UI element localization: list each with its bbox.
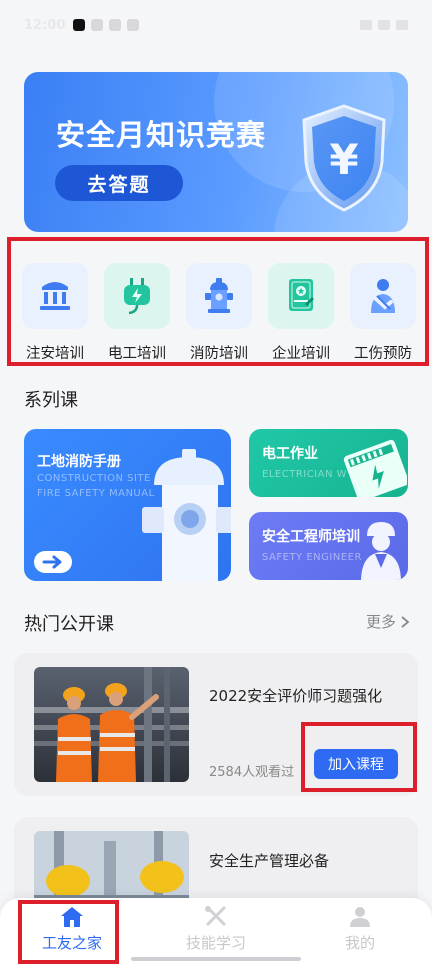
power-plug-icon (104, 263, 170, 329)
category-row: 注安培训 电工培训 消防培训 企业培训 工伤预防 (8, 236, 430, 366)
home-indicator (131, 957, 301, 961)
notification-icon (91, 19, 104, 31)
category-label: 消防培训 (190, 346, 248, 362)
tab-workers-home[interactable]: 工友之家 (0, 898, 144, 964)
user-icon (350, 907, 370, 927)
status-time: 12:00 (24, 17, 66, 33)
arrow-right-button[interactable] (34, 551, 72, 573)
tab-label: 技能学习 (185, 934, 246, 952)
shield-glyph: ¥ (329, 135, 358, 184)
tiktok-notification-icon (73, 19, 86, 31)
fire-hydrant-illustration (142, 449, 231, 581)
injured-person-icon (350, 263, 416, 329)
series-card-fire-manual[interactable]: 工地消防手册 CONSTRUCTION SITE FIRE SAFETY MAN… (24, 429, 231, 581)
category-item[interactable]: 电工培训 (102, 263, 172, 366)
series-card-title: 安全工程师培训 (262, 529, 360, 545)
signal-icon (360, 20, 372, 30)
category-item[interactable]: 企业培训 (266, 263, 336, 366)
course-views: 2584人观看过 (209, 765, 295, 780)
more-link[interactable]: 更多 (366, 611, 410, 632)
tab-skill-learning[interactable]: 技能学习 (144, 898, 288, 964)
category-label: 工伤预防 (354, 346, 412, 362)
arrow-right-icon (42, 555, 62, 569)
category-item[interactable]: 消防培训 (184, 263, 254, 366)
series-card-safety-engineer[interactable]: 安全工程师培训 SAFETY ENGINEER (249, 512, 408, 580)
series-card-subtitle: SAFETY ENGINEER (262, 552, 362, 563)
status-notification-icons (73, 19, 140, 31)
go-answer-button[interactable]: 去答题 (55, 165, 183, 201)
series-card-title: 工地消防手册 (37, 454, 121, 470)
quiz-banner[interactable]: 安全月知识竞赛 去答题 ¥ (24, 72, 408, 232)
category-label: 企业培训 (272, 346, 330, 362)
more-label: 更多 (365, 613, 396, 631)
fire-hydrant-icon (186, 263, 252, 329)
course-thumbnail (34, 667, 189, 782)
series-card-electrician[interactable]: 电工作业 ELECTRICIAN W (249, 429, 408, 497)
series-card-subtitle: CONSTRUCTION SITE FIRE SAFETY MANUAL (37, 473, 155, 499)
electric-box-illustration (343, 439, 407, 497)
status-bar: 12:00 (0, 0, 432, 50)
category-item[interactable]: 注安培训 (20, 263, 90, 366)
course-title: 2022安全评价师习题强化 (209, 687, 383, 705)
hot-section-title: 热门公开课 (24, 614, 114, 635)
series-card-subtitle: ELECTRICIAN W (262, 469, 348, 480)
bottom-tab-bar: 工友之家 技能学习 我的 (0, 898, 432, 964)
chevron-right-icon (401, 615, 410, 628)
join-course-button[interactable]: 加入课程 (314, 749, 398, 779)
category-label: 电工培训 (108, 346, 166, 362)
building-icon (22, 263, 88, 329)
series-section-title: 系列课 (24, 390, 78, 411)
status-system-icons (360, 20, 408, 30)
course-title: 安全生产管理必备 (209, 852, 330, 870)
engineer-illustration (361, 522, 401, 580)
shield-icon: ¥ (302, 104, 386, 212)
battery-icon (396, 20, 408, 30)
wifi-icon (378, 20, 390, 30)
course-card[interactable]: 2022安全评价师习题强化 2584人观看过 加入课程 (14, 653, 418, 796)
tab-label: 我的 (344, 934, 375, 952)
notification-icon (127, 19, 140, 31)
certificate-icon (268, 263, 334, 329)
series-card-title: 电工作业 (262, 446, 318, 462)
notification-icon (109, 19, 122, 31)
banner-title: 安全月知识竞赛 (56, 118, 267, 152)
category-item[interactable]: 工伤预防 (348, 263, 418, 366)
tools-icon (205, 906, 226, 926)
home-icon (61, 907, 83, 927)
tab-mine[interactable]: 我的 (288, 898, 432, 964)
category-label: 注安培训 (26, 346, 84, 362)
tab-label: 工友之家 (41, 934, 102, 952)
